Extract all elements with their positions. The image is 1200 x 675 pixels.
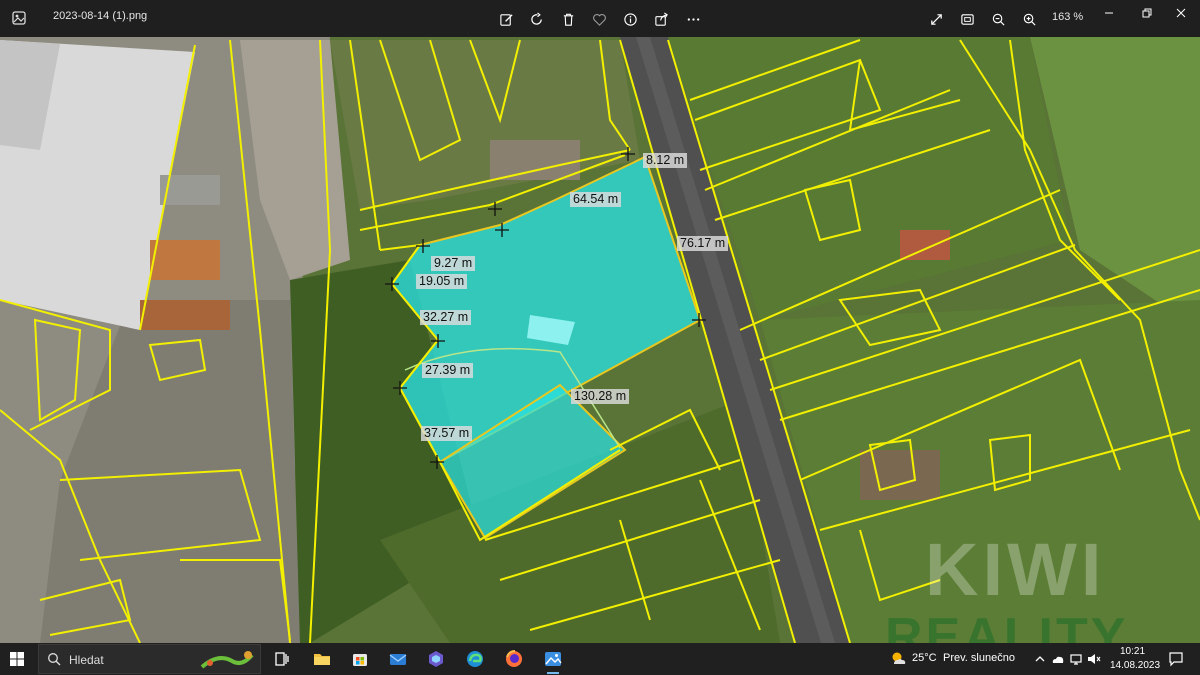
onedrive-cloud-icon[interactable] bbox=[1051, 652, 1065, 666]
measurement-label: 19.05 m bbox=[416, 274, 468, 289]
notification-icon[interactable] bbox=[1168, 651, 1184, 667]
search-icon bbox=[48, 653, 61, 666]
photos-app-taskbar-button[interactable] bbox=[543, 649, 563, 674]
zoom-out-button[interactable] bbox=[987, 8, 1009, 30]
firefox-icon[interactable] bbox=[504, 649, 524, 669]
more-button[interactable] bbox=[682, 8, 704, 30]
close-icon bbox=[1176, 8, 1186, 18]
mail-icon[interactable] bbox=[388, 649, 408, 669]
windows-start-icon[interactable] bbox=[10, 652, 24, 666]
zoom-in-icon bbox=[1023, 13, 1036, 26]
title-bar: 2023-08-14 (1).png 163 % bbox=[0, 0, 1200, 37]
delete-button[interactable] bbox=[557, 8, 579, 30]
expand-icon bbox=[930, 13, 942, 25]
heart-icon bbox=[592, 13, 606, 26]
fit-to-window-button[interactable] bbox=[956, 8, 978, 30]
weather-temperature[interactable]: 25°C bbox=[912, 652, 937, 664]
share-icon bbox=[654, 11, 668, 26]
clock-time[interactable]: 10:21 bbox=[1120, 646, 1145, 657]
photos-icon bbox=[545, 652, 562, 666]
microsoft-store-icon[interactable] bbox=[350, 649, 370, 669]
favorite-button[interactable] bbox=[588, 8, 610, 30]
clock-date[interactable]: 14.08.2023 bbox=[1110, 660, 1160, 671]
maximize-button[interactable] bbox=[1128, 0, 1166, 26]
chevron-up-icon[interactable] bbox=[1033, 652, 1047, 666]
fit-window-icon bbox=[960, 13, 974, 25]
more-icon bbox=[687, 17, 699, 21]
measurement-label: 76.17 m bbox=[677, 236, 729, 251]
restore-icon bbox=[1142, 8, 1152, 18]
measurement-label: 8.12 m bbox=[643, 153, 688, 168]
measurement-label: 37.57 m bbox=[421, 426, 473, 441]
zoom-in-button[interactable] bbox=[1018, 8, 1040, 30]
watermark-logo-kiwi: KIWI bbox=[925, 528, 1106, 611]
zoom-level: 163 % bbox=[1052, 11, 1084, 23]
photos-app-icon bbox=[12, 11, 26, 25]
weather-sunny-icon[interactable] bbox=[888, 649, 908, 669]
volume-muted-icon[interactable] bbox=[1087, 652, 1101, 666]
taskbar-search-box[interactable]: Hledat bbox=[38, 644, 261, 674]
minimize-button[interactable] bbox=[1090, 0, 1128, 26]
delete-icon bbox=[563, 13, 573, 26]
measurement-label: 64.54 m bbox=[570, 192, 622, 207]
edit-icon bbox=[499, 13, 513, 26]
close-button[interactable] bbox=[1162, 0, 1200, 26]
rotate-button[interactable] bbox=[526, 8, 548, 30]
watermark-logo-reality: REALITY bbox=[885, 608, 1129, 643]
search-placeholder: Hledat bbox=[69, 653, 104, 667]
zoom-out-icon bbox=[992, 13, 1005, 26]
minimize-icon bbox=[1105, 12, 1113, 14]
share-button[interactable] bbox=[650, 8, 672, 30]
task-view-icon[interactable] bbox=[272, 649, 292, 669]
rotate-icon bbox=[530, 11, 542, 25]
info-icon bbox=[623, 12, 637, 26]
fullscreen-button[interactable] bbox=[925, 8, 947, 30]
edit-button[interactable] bbox=[495, 8, 517, 30]
measurement-label: 9.27 m bbox=[431, 256, 476, 271]
taskbar: Hledat 25°C Prev. slunečno 10:21 14.08.2… bbox=[0, 643, 1200, 675]
info-button[interactable] bbox=[619, 8, 641, 30]
copilot-icon[interactable] bbox=[426, 649, 446, 669]
network-ethernet-icon[interactable] bbox=[1069, 652, 1083, 666]
file-explorer-icon[interactable] bbox=[312, 649, 332, 669]
measurement-label: 130.28 m bbox=[571, 389, 630, 404]
edge-browser-icon[interactable] bbox=[465, 649, 485, 669]
measurement-label: 32.27 m bbox=[420, 310, 472, 325]
search-highlight-image bbox=[200, 651, 254, 669]
image-viewport[interactable]: 8.12 m 64.54 m 76.17 m 9.27 m 19.05 m 32… bbox=[0, 37, 1200, 643]
measurement-label: 27.39 m bbox=[422, 363, 474, 378]
weather-description[interactable]: Prev. slunečno bbox=[943, 652, 1015, 664]
file-name: 2023-08-14 (1).png bbox=[53, 10, 148, 22]
